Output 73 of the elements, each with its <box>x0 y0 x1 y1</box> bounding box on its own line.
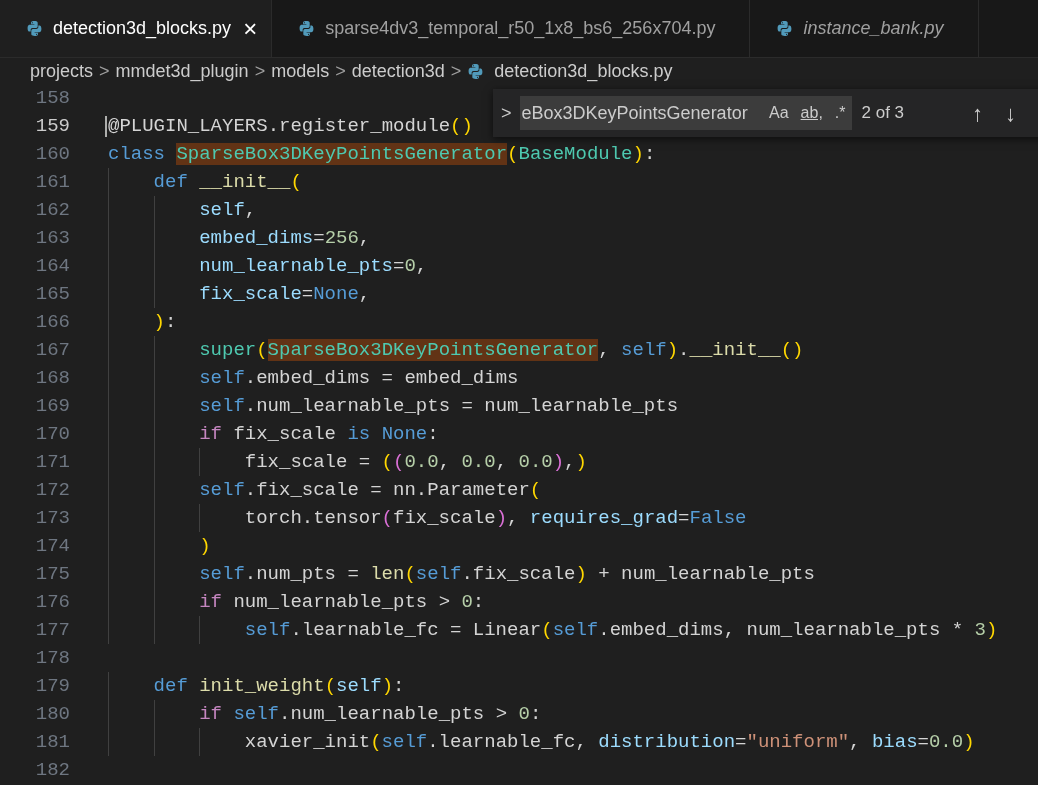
line-number: 178 <box>34 645 70 671</box>
line-number: 174 <box>34 533 70 559</box>
line-number: 167 <box>34 337 70 363</box>
line-number: 176 <box>34 589 70 615</box>
code-line: self, <box>199 197 257 223</box>
line-number: 158 <box>34 85 70 111</box>
breadcrumb-separator: > <box>99 59 110 83</box>
previous-match-button[interactable]: ↑ <box>972 96 984 130</box>
line-number: 180 <box>34 701 70 727</box>
tab-label: sparse4dv3_temporal_r50_1x8_bs6_256x704.py <box>325 17 716 41</box>
line-number: 177 <box>34 617 70 643</box>
breadcrumb-item[interactable]: detection3d <box>351 57 445 85</box>
breadcrumb-item[interactable]: detection3d_blocks.py <box>494 57 673 85</box>
code-line: super(SparseBox3DKeyPointsGenerator, self).__init__() <box>199 337 804 363</box>
line-number: 166 <box>34 309 70 335</box>
line-number: 160 <box>34 141 70 167</box>
line-number: 159 <box>34 113 70 139</box>
line-number: 175 <box>34 561 70 587</box>
line-number: 162 <box>34 197 70 223</box>
breadcrumb-separator: > <box>335 59 346 83</box>
search-option-toggle[interactable]: Aa <box>769 101 789 125</box>
editor-tab[interactable]: detection3d_blocks.py × <box>0 0 273 57</box>
close-icon[interactable]: × <box>243 16 258 41</box>
code-line: if num_learnable_pts > 0: <box>199 589 485 615</box>
tab-label: detection3d_blocks.py <box>53 17 232 41</box>
line-number: 163 <box>34 225 70 251</box>
code-line: ): <box>153 309 177 335</box>
line-number: 164 <box>34 253 70 279</box>
line-number: 170 <box>34 421 70 447</box>
breadcrumb-item[interactable]: projects <box>30 57 94 85</box>
code-line: self.num_pts = len(self.fix_scale) + num_learnable_pts <box>199 561 815 587</box>
breadcrumb-separator: > <box>450 59 462 83</box>
code-line: ) <box>199 533 211 559</box>
breadcrumb-item[interactable]: mmdet3d_plugin <box>115 57 249 85</box>
code-line: self.embed_dims = embed_dims <box>199 365 519 391</box>
code-line: def init_weight(self): <box>153 673 405 699</box>
line-number: 179 <box>34 673 70 699</box>
code-line: torch.tensor(fix_scale), requires_grad=False <box>244 505 747 531</box>
line-number: 161 <box>34 169 70 195</box>
code-line: fix_scale=None, <box>199 281 371 307</box>
breadcrumb-separator: > <box>254 59 266 83</box>
code-line: num_learnable_pts=0, <box>199 253 428 279</box>
tab-label: instance_bank.py <box>803 17 944 40</box>
line-number: 165 <box>34 281 70 307</box>
code-line: if fix_scale is None: <box>199 421 439 447</box>
code-line: xavier_init(self.learnable_fc, distribution="uniform", bias=0.0) <box>244 729 975 755</box>
python-file-icon <box>467 62 485 80</box>
text-cursor <box>105 116 107 137</box>
line-number: 173 <box>34 505 70 531</box>
code-line: @PLUGIN_LAYERS.register_module() <box>108 113 473 139</box>
code-line: if self.num_learnable_pts > 0: <box>199 701 542 727</box>
python-file-icon <box>776 20 794 37</box>
code-line: self.num_learnable_pts = num_learnable_pts <box>199 393 679 419</box>
python-file-icon <box>298 20 316 37</box>
python-file-icon <box>26 20 43 37</box>
line-number: 181 <box>34 729 70 755</box>
code-line: def __init__( <box>153 169 302 195</box>
code-line: self.learnable_fc = Linear(self.embed_dims, num_learnable_pts * 3) <box>244 617 998 643</box>
line-number: 171 <box>34 449 70 475</box>
search-option-toggle[interactable]: .* <box>834 101 846 125</box>
breadcrumb-item[interactable]: models <box>271 57 330 85</box>
line-number: 169 <box>34 393 70 419</box>
next-match-button[interactable]: ↓ <box>1005 96 1017 130</box>
match-count: 2 of 3 <box>861 102 905 125</box>
find-input-field[interactable]: eBox3DKeyPointsGenerator Aa ab, .* <box>519 96 852 130</box>
line-number: 168 <box>34 365 70 391</box>
line-number: 182 <box>34 757 70 783</box>
code-line: embed_dims=256, <box>199 225 371 251</box>
search-option-toggle[interactable]: ab, <box>800 101 823 125</box>
line-number: 172 <box>34 477 70 503</box>
code-line: self.fix_scale = nn.Parameter( <box>199 477 542 503</box>
replace-toggle[interactable]: > <box>501 99 512 127</box>
code-line: fix_scale = ((0.0, 0.0, 0.0),) <box>244 449 587 475</box>
